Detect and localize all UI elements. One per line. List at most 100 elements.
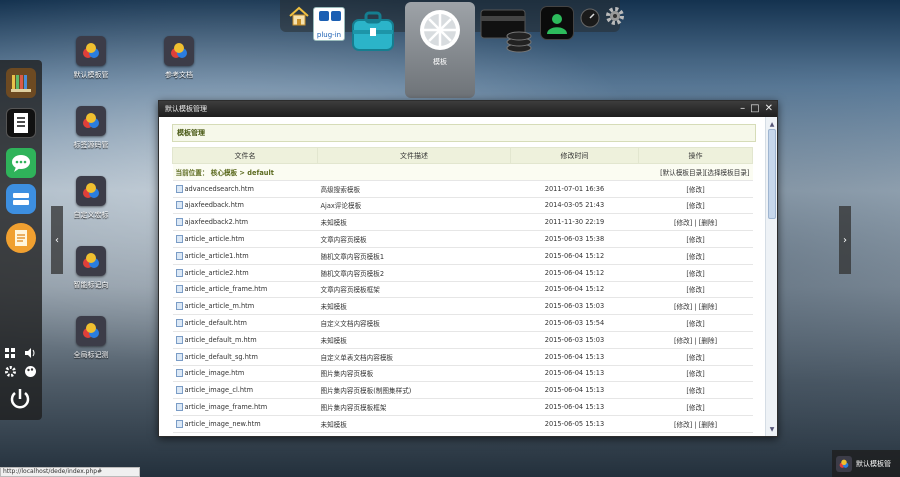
- taskbar-label: 默认模板管: [856, 459, 891, 468]
- actions-cell[interactable]: [修改]: [638, 365, 753, 383]
- section-header: 模板管理: [172, 124, 756, 142]
- desktop-shortcut[interactable]: 默认模板管: [61, 36, 121, 80]
- payment-card-icon[interactable]: [479, 4, 535, 60]
- modified-time-cell: 2015-06-04 15:12: [510, 247, 639, 265]
- file-icon: [175, 386, 183, 395]
- file-name[interactable]: article_article_frame.htm: [185, 285, 268, 293]
- file-name[interactable]: article_default.htm: [185, 319, 247, 327]
- location-prefix: 当前位置：: [175, 168, 209, 177]
- file-name[interactable]: article_image_frame.htm: [185, 403, 268, 411]
- actions-cell[interactable]: [修改] | [删除]: [638, 415, 753, 433]
- file-name-cell[interactable]: ajaxfeedback.htm: [172, 197, 318, 215]
- desktop-shortcut[interactable]: 全局标记测: [61, 316, 121, 360]
- file-desc-cell: 未知模板: [317, 297, 511, 316]
- file-name[interactable]: article_image_new.htm: [185, 420, 261, 428]
- file-name[interactable]: article_article1.htm: [185, 252, 249, 260]
- window-scrollbar[interactable]: ▲ ▼: [765, 117, 777, 436]
- file-name-cell[interactable]: article_default_m.htm: [172, 331, 318, 349]
- grid-icon[interactable]: [4, 347, 16, 361]
- file-name-cell[interactable]: ajaxfeedback2.htm: [172, 213, 318, 232]
- close-icon[interactable]: ✕: [765, 103, 773, 115]
- desktop-shortcut[interactable]: 自定义宏标: [61, 176, 121, 220]
- taskbar-item[interactable]: 默认模板管: [832, 450, 900, 477]
- settings-icon[interactable]: [4, 365, 17, 380]
- app-drop-icon: [164, 36, 194, 66]
- file-name[interactable]: article_article_m.htm: [185, 302, 255, 310]
- chat-icon[interactable]: [6, 148, 36, 178]
- file-name[interactable]: article_image_cl.htm: [185, 386, 254, 394]
- actions-cell[interactable]: [修改]: [638, 381, 753, 400]
- file-name-cell[interactable]: advancedsearch.htm: [172, 180, 318, 198]
- actions-cell[interactable]: [修改]: [638, 398, 753, 416]
- select-dir-link[interactable]: [选择模板目录]: [705, 169, 750, 177]
- file-name-cell[interactable]: article_article.htm: [172, 230, 318, 248]
- file-name-cell[interactable]: article_article_frame.htm: [172, 281, 318, 299]
- desktop-shortcut[interactable]: 标签源码管: [61, 106, 121, 150]
- file-name-cell[interactable]: article_default_sg.htm: [172, 348, 318, 366]
- minimize-icon[interactable]: –: [740, 103, 745, 115]
- file-name[interactable]: article_default_m.htm: [185, 336, 257, 344]
- table-row: article_image_new.htm 未知模板 2015-06-05 15:1…: [172, 415, 753, 433]
- file-name[interactable]: ajaxfeedback2.htm: [185, 218, 249, 226]
- storage-icon[interactable]: [6, 184, 36, 214]
- scroll-down-icon[interactable]: ▼: [767, 424, 777, 434]
- maximize-icon[interactable]: □: [750, 103, 759, 115]
- power-icon[interactable]: [8, 387, 32, 413]
- file-name[interactable]: article_article2.htm: [185, 269, 249, 277]
- actions-cell[interactable]: [修改]: [638, 348, 753, 366]
- file-name[interactable]: advancedsearch.htm: [185, 185, 254, 193]
- plugin-icon[interactable]: plug-in: [313, 7, 345, 41]
- theme-icon[interactable]: [24, 365, 37, 380]
- actions-cell[interactable]: [修改]: [638, 230, 753, 248]
- file-name-cell[interactable]: article_image_frame.htm: [172, 398, 318, 416]
- window-titlebar[interactable]: 默认模板管理 – □ ✕: [159, 101, 777, 117]
- file-name-cell[interactable]: article_image_new.htm: [172, 415, 318, 433]
- shortcut-label: 自定义宏标: [73, 211, 109, 219]
- file-desc-cell: 未知模板: [317, 213, 511, 232]
- document-icon[interactable]: [6, 108, 36, 138]
- gear-icon[interactable]: [603, 4, 627, 28]
- file-desc-cell: 未知模板: [317, 415, 511, 433]
- file-name[interactable]: article_image.htm: [185, 369, 245, 377]
- table-row: article_article1.htm 随机文章内容页模板1 2015-06-04…: [172, 247, 753, 265]
- file-name-cell[interactable]: article_article1.htm: [172, 247, 318, 265]
- file-name-cell[interactable]: article_default.htm: [172, 314, 318, 332]
- actions-cell[interactable]: [修改]: [638, 314, 753, 332]
- actions-cell[interactable]: [修改] | [删除]: [638, 331, 753, 349]
- plugin-block-icon: [319, 11, 329, 21]
- clock-icon[interactable]: [580, 8, 600, 28]
- actions-cell[interactable]: [修改]: [638, 180, 753, 198]
- actions-cell[interactable]: [修改]: [638, 264, 753, 282]
- user-icon[interactable]: [540, 6, 574, 40]
- file-name-cell[interactable]: article_article2.htm: [172, 264, 318, 282]
- file-name[interactable]: article_default_sg.htm: [185, 353, 258, 361]
- actions-cell[interactable]: [修改]: [638, 197, 753, 215]
- desktop-shortcut[interactable]: 参考文档: [149, 36, 209, 80]
- volume-icon[interactable]: [24, 347, 36, 361]
- table-row: article_article_m.htm 未知模板 2015-06-03 15:0…: [172, 297, 753, 316]
- actions-cell[interactable]: [修改] | [删除]: [638, 213, 753, 232]
- toolbox-icon[interactable]: [348, 6, 398, 56]
- file-name[interactable]: ajaxfeedback.htm: [185, 201, 244, 209]
- home-icon[interactable]: [288, 4, 310, 28]
- app-drop-icon: [76, 316, 106, 346]
- actions-cell[interactable]: [修改]: [638, 247, 753, 265]
- bookshelf-icon[interactable]: [6, 68, 36, 98]
- scroll-thumb[interactable]: [768, 129, 776, 219]
- file-name-cell[interactable]: article_image_cl.htm: [172, 381, 318, 400]
- default-dir-link[interactable]: [默认模板目录]: [660, 169, 705, 177]
- file-desc-cell: 高级搜索模板: [317, 180, 511, 198]
- orange-slice-icon: [420, 10, 460, 50]
- templates-tile[interactable]: 模板: [405, 2, 475, 98]
- scroll-right-arrow[interactable]: ›: [839, 206, 851, 274]
- file-name-cell[interactable]: article_article_m.htm: [172, 297, 318, 316]
- scroll-up-icon[interactable]: ▲: [767, 119, 777, 129]
- modified-time-cell: 2015-06-03 15:03: [510, 331, 639, 349]
- file-name[interactable]: article_article.htm: [185, 235, 245, 243]
- desktop-shortcut[interactable]: 智能标记向: [61, 246, 121, 290]
- table-row: ajaxfeedback2.htm 未知模板 2011-11-30 22:19 [修改…: [172, 213, 753, 232]
- file-name-cell[interactable]: article_image.htm: [172, 365, 318, 383]
- actions-cell[interactable]: [修改]: [638, 281, 753, 299]
- notes-icon[interactable]: [6, 223, 36, 253]
- actions-cell[interactable]: [修改] | [删除]: [638, 297, 753, 316]
